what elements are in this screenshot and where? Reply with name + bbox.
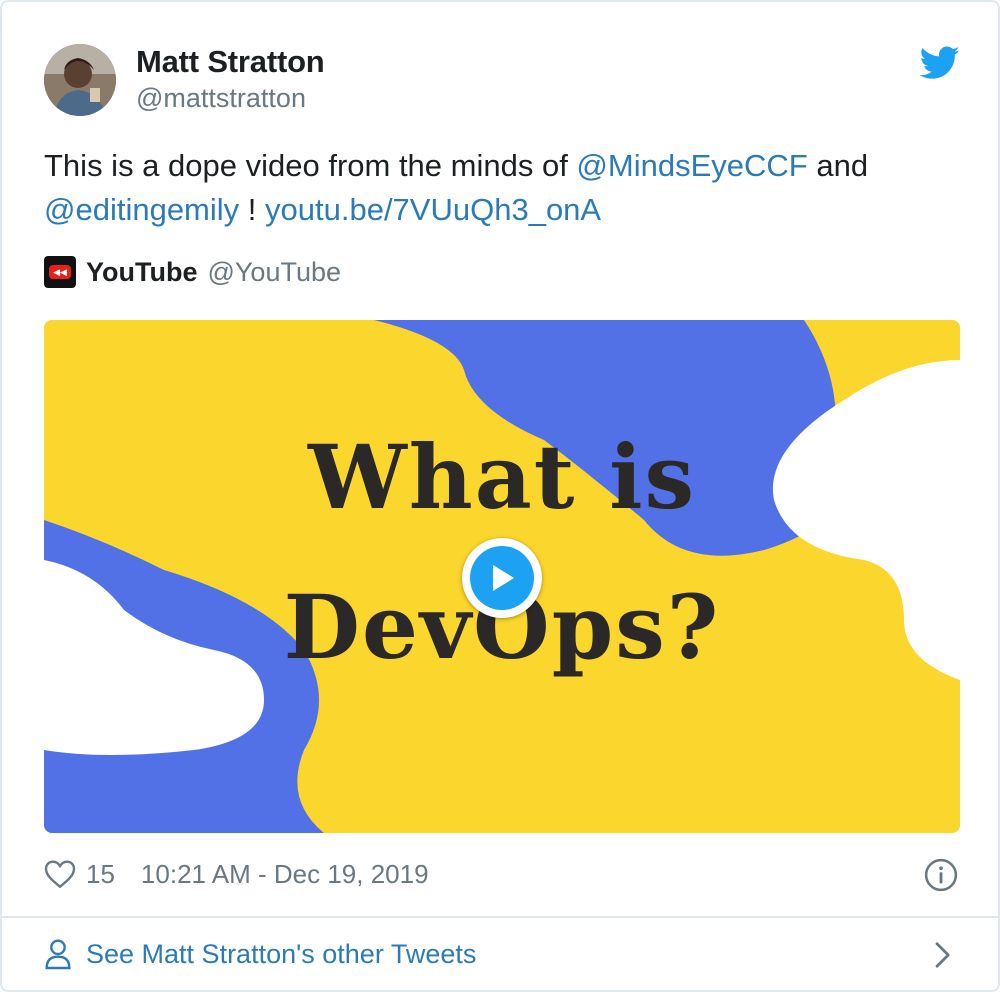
avatar[interactable] bbox=[44, 44, 116, 116]
tweet-text: This is a dope video from the minds of @… bbox=[44, 144, 944, 232]
play-icon bbox=[470, 546, 534, 610]
card-source-name: YouTube bbox=[86, 256, 198, 287]
mention-editingemily[interactable]: @editingemily bbox=[44, 192, 239, 227]
author-handle[interactable]: @mattstratton bbox=[136, 82, 306, 114]
play-button[interactable] bbox=[462, 538, 542, 618]
heart-icon[interactable] bbox=[44, 859, 76, 889]
tweet-text-part: and bbox=[807, 148, 869, 183]
video-title-line1: What is bbox=[307, 425, 697, 529]
timestamp[interactable]: 10:21 AM - Dec 19, 2019 bbox=[141, 859, 429, 890]
chevron-right-icon[interactable] bbox=[930, 940, 954, 970]
tweet-card: Matt Stratton @mattstratton This is a do… bbox=[0, 0, 1000, 992]
tweet-text-part: This is a dope video from the minds of bbox=[44, 148, 577, 183]
avatar-image bbox=[44, 44, 116, 116]
person-icon bbox=[45, 939, 71, 970]
tweet-meta: 15 10:21 AM - Dec 19, 2019 bbox=[44, 854, 429, 894]
divider bbox=[2, 916, 998, 918]
other-tweets-label: See Matt Stratton's other Tweets bbox=[86, 938, 477, 969]
card-source-handle: @YouTube bbox=[207, 256, 341, 287]
youtube-logo-icon: ◀◀ bbox=[44, 256, 76, 288]
author-name[interactable]: Matt Stratton bbox=[136, 44, 325, 80]
tweet-link[interactable]: youtu.be/7VUuQh3_onA bbox=[265, 192, 601, 227]
card-attribution[interactable]: ◀◀ YouTube @YouTube bbox=[44, 254, 341, 290]
twitter-bird-icon[interactable] bbox=[920, 46, 960, 80]
tweet-text-part: ! bbox=[239, 192, 266, 227]
mention-mindseyeccf[interactable]: @MindsEyeCCF bbox=[576, 148, 807, 183]
info-icon[interactable] bbox=[924, 858, 958, 892]
video-thumbnail[interactable]: What is DevOps? bbox=[44, 320, 960, 833]
like-count[interactable]: 15 bbox=[86, 859, 115, 890]
other-tweets-link[interactable]: See Matt Stratton's other Tweets bbox=[44, 932, 476, 976]
